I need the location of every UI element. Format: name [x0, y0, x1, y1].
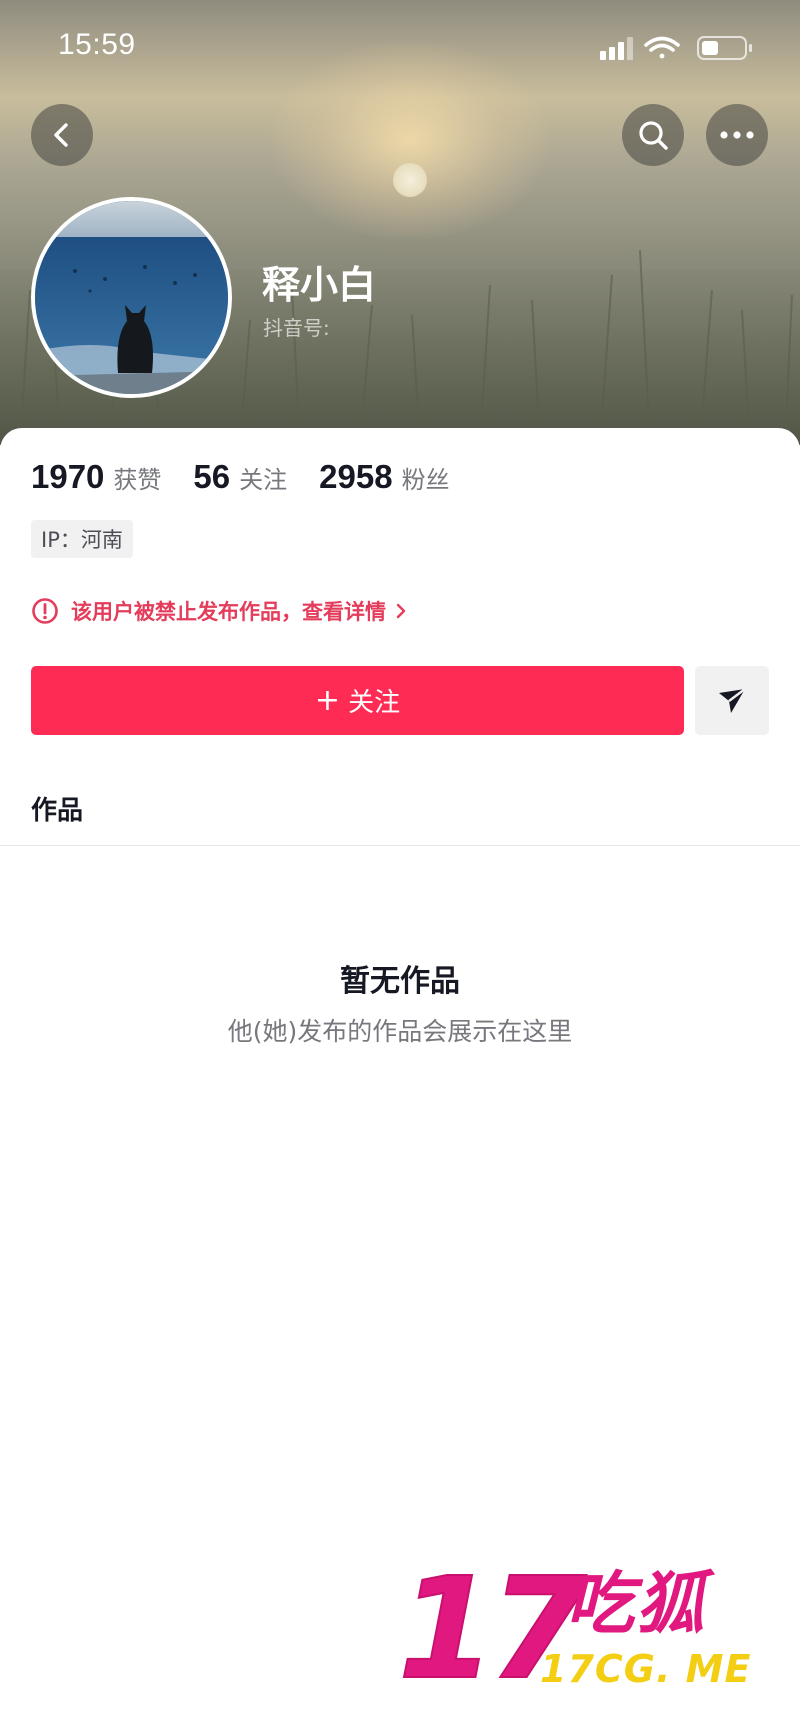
tab-divider [0, 845, 800, 846]
profile-stats: 1970 获赞 56 关注 2958 粉丝 [31, 458, 482, 502]
stat-followers-label: 粉丝 [401, 466, 450, 494]
chevron-right-icon [396, 603, 406, 619]
watermark-name: 吃狐 [566, 1565, 707, 1644]
signal-icon [600, 37, 633, 60]
follow-button[interactable]: + 关注 [31, 666, 684, 735]
site-watermark-logo: 17 吃狐 17CG. ME [397, 1554, 768, 1706]
warning-circle-icon [32, 598, 58, 624]
message-share-button[interactable] [695, 666, 769, 735]
ban-notice-link[interactable]: 该用户被禁止发布作品，查看详情 [31, 594, 408, 628]
chevron-left-icon [54, 123, 68, 147]
stat-followers-value: 2958 [319, 458, 393, 495]
douyin-id-label[interactable]: 抖音号: [263, 312, 330, 341]
stat-likes-value: 1970 [31, 458, 105, 495]
back-button[interactable] [31, 104, 93, 166]
stat-following[interactable]: 56 关注 [193, 458, 287, 496]
stat-following-label: 关注 [239, 466, 288, 494]
follow-plus-icon: + [314, 683, 341, 718]
cover-sun [393, 163, 427, 197]
status-bar: 15:59 [0, 0, 800, 96]
stat-following-value: 56 [193, 458, 231, 495]
stat-followers[interactable]: 2958 粉丝 [319, 458, 449, 496]
empty-state-title: 暂无作品 [340, 964, 460, 999]
search-button[interactable] [622, 104, 684, 166]
status-icons [600, 36, 752, 60]
avatar[interactable] [31, 197, 232, 398]
more-dots-icon [720, 131, 754, 139]
profile-nickname: 释小白 [262, 263, 377, 307]
tab-works[interactable]: 作品 [31, 790, 83, 827]
stat-likes[interactable]: 1970 获赞 [31, 458, 161, 496]
battery-icon [697, 36, 752, 60]
empty-state-subtitle: 他(她)发布的作品会展示在这里 [227, 1017, 573, 1046]
search-icon [639, 121, 668, 150]
send-arrow-icon [719, 687, 746, 713]
wifi-icon [644, 36, 680, 59]
more-button[interactable] [706, 104, 768, 166]
stat-likes-label: 获赞 [113, 466, 162, 494]
status-time: 15:59 [58, 28, 136, 61]
ban-notice-text: 该用户被禁止发布作品，查看详情 [71, 600, 386, 624]
follow-button-label: 关注 [348, 688, 401, 718]
profile-content: 1970 获赞 56 关注 2958 粉丝 IP：河南 该用户被禁止发布作品，查… [0, 428, 800, 1731]
avatar-image [35, 201, 228, 394]
watermark-domain: 17CG. ME [540, 1647, 752, 1691]
ip-location-tag: IP：河南 [31, 520, 133, 558]
